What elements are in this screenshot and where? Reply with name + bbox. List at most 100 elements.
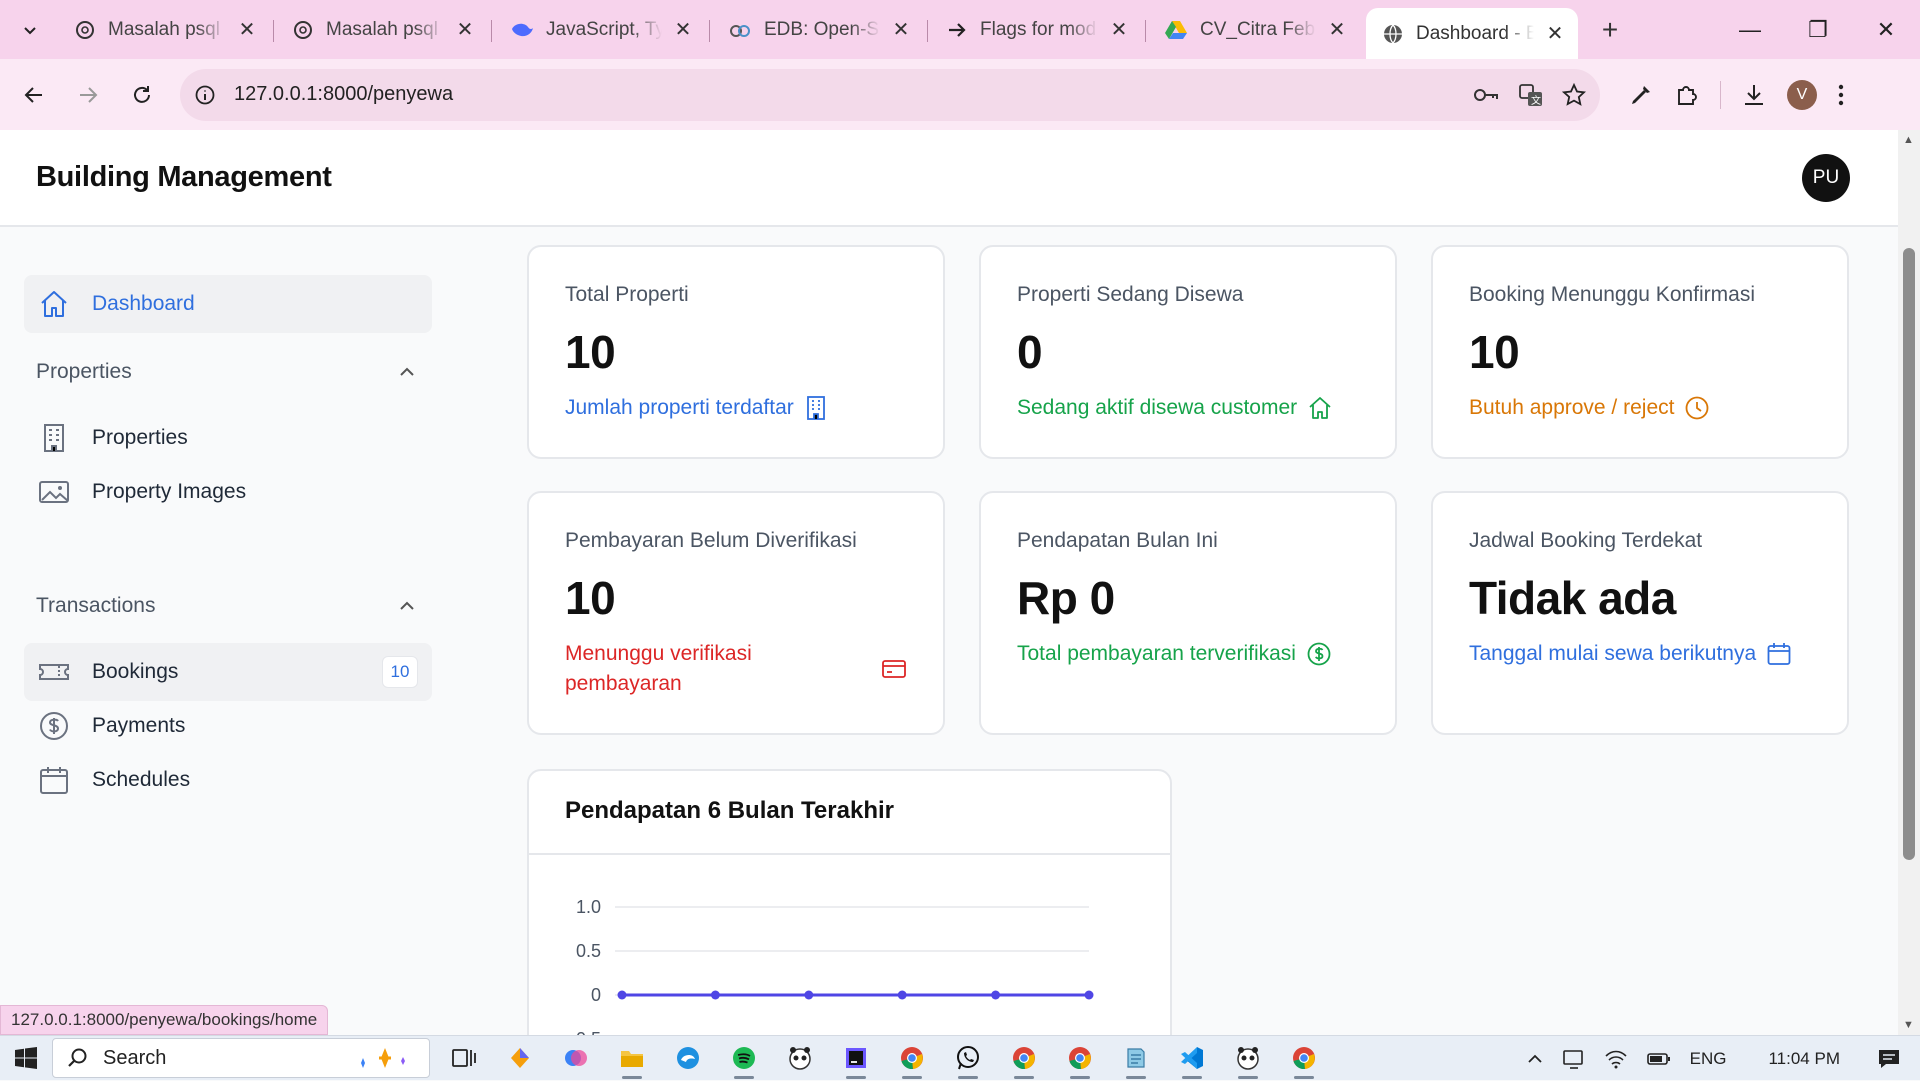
scrollbar-thumb[interactable]: [1903, 248, 1915, 860]
taskbar-app-chrome[interactable]: [1052, 1036, 1108, 1081]
url-text[interactable]: 127.0.0.1:8000/penyewa: [234, 83, 1472, 106]
search-icon: [68, 1048, 87, 1067]
browser-tab[interactable]: CV_Citra Febri ✕: [1148, 8, 1360, 52]
browser-tab[interactable]: Masalah psql ✕: [276, 8, 492, 52]
language-indicator[interactable]: ENG: [1690, 1049, 1727, 1069]
data-point[interactable]: [710, 990, 720, 1000]
taskbar-app-jetbrains[interactable]: [828, 1036, 884, 1081]
taskbar-app-panda[interactable]: [772, 1036, 828, 1081]
close-icon[interactable]: ✕: [674, 19, 692, 41]
stat-card-pendapatan-bulan-ini: Pendapatan Bulan Ini Rp 0 Total pembayar…: [979, 491, 1397, 735]
new-tab-button[interactable]: +: [1588, 8, 1632, 52]
tab-search-button[interactable]: [8, 8, 52, 52]
panda-icon: [789, 1047, 811, 1070]
eyedropper-icon[interactable]: [1628, 82, 1654, 108]
copilot-icon: [565, 1050, 587, 1066]
stat-label: Total Properti: [565, 283, 689, 306]
y-tick-label: 0.5: [576, 941, 601, 961]
sidebar-item-dashboard[interactable]: Dashboard: [24, 275, 432, 333]
app-header: Building Management PU: [0, 130, 1898, 227]
browser-tab[interactable]: EDB: Open-So ✕: [712, 8, 928, 52]
brand-title[interactable]: Building Management: [36, 161, 332, 194]
close-icon[interactable]: ✕: [238, 19, 256, 41]
whatsapp-icon: [957, 1046, 979, 1070]
taskbar-app-chrome[interactable]: [884, 1036, 940, 1081]
close-icon[interactable]: ✕: [892, 19, 910, 41]
close-icon[interactable]: ✕: [456, 19, 474, 41]
translate-icon[interactable]: 文: [1518, 82, 1544, 108]
sidebar-section-transactions[interactable]: Transactions: [36, 594, 416, 618]
taskbar-app-vscode[interactable]: [1164, 1036, 1220, 1081]
back-button[interactable]: [14, 75, 54, 115]
data-point[interactable]: [897, 990, 907, 1000]
stat-subtitle-text: Total pembayaran terverifikasi: [1017, 642, 1296, 665]
notifications-icon[interactable]: [1876, 1047, 1902, 1071]
close-window-button[interactable]: ✕: [1852, 0, 1920, 59]
tab-title: Masalah psql: [326, 18, 438, 40]
profile-avatar[interactable]: V: [1787, 79, 1817, 110]
sidebar-item-bookings[interactable]: Bookings 10: [24, 643, 432, 701]
browser-tab[interactable]: Flags for mod ✕: [930, 8, 1146, 52]
stat-subtitle-text: Butuh approve / reject: [1469, 396, 1675, 419]
close-icon[interactable]: ✕: [1328, 19, 1346, 41]
sidebar-item-property-images[interactable]: Property Images: [24, 463, 432, 521]
close-icon[interactable]: ✕: [1546, 23, 1564, 45]
address-bar[interactable]: 127.0.0.1:8000/penyewa 文: [180, 68, 1600, 121]
sidebar-item-schedules[interactable]: Schedules: [24, 751, 432, 809]
data-point[interactable]: [991, 990, 1001, 1000]
bookmark-star-icon[interactable]: [1562, 82, 1586, 107]
building-icon: [806, 396, 825, 420]
sidebar-item-payments[interactable]: Payments: [24, 697, 432, 755]
minimize-button[interactable]: —: [1716, 0, 1784, 59]
download-icon[interactable]: [1741, 82, 1767, 108]
extensions-puzzle-icon[interactable]: [1674, 82, 1700, 108]
browser-tab[interactable]: Masalah psql ✕: [58, 8, 274, 52]
taskbar-app-chrome[interactable]: [1276, 1036, 1332, 1081]
browser-tab[interactable]: JavaScript, Typ ✕: [494, 8, 710, 52]
stat-label: Booking Menunggu Konfirmasi: [1469, 283, 1756, 306]
password-key-icon[interactable]: [1472, 84, 1500, 106]
stat-value: 10: [565, 572, 616, 624]
reload-button[interactable]: [122, 75, 162, 115]
forward-button[interactable]: [68, 75, 108, 115]
taskbar-app-whatsapp[interactable]: [940, 1036, 996, 1081]
scroll-up-arrow[interactable]: ▲: [1903, 134, 1914, 146]
data-point[interactable]: [1084, 990, 1094, 1000]
revenue-line-chart: 1.00.50-0.5: [570, 897, 1094, 1035]
taskbar-app-panda[interactable]: [1220, 1036, 1276, 1081]
scroll-down-arrow[interactable]: ▼: [1903, 1019, 1914, 1031]
chevron-down-icon: [24, 26, 36, 34]
close-icon[interactable]: ✕: [1110, 19, 1128, 41]
taskbar-app-widgets[interactable]: [492, 1036, 548, 1081]
taskbar-app-edge[interactable]: [660, 1036, 716, 1081]
clock-time[interactable]: 11:04 PM: [1768, 1049, 1840, 1069]
start-button[interactable]: [0, 1036, 52, 1081]
link-status-bar: 127.0.0.1:8000/penyewa/bookings/home: [0, 1005, 329, 1035]
calendar-icon: [1767, 643, 1791, 665]
tab-title: Flags for mod: [980, 18, 1097, 40]
chevron-up-icon[interactable]: [1526, 1053, 1544, 1065]
menu-kebab-icon[interactable]: [1837, 82, 1845, 108]
taskbar-app-spotify[interactable]: [716, 1036, 772, 1081]
stat-subtitle-text: Sedang aktif disewa customer: [1017, 396, 1298, 419]
display-icon[interactable]: [1562, 1048, 1586, 1070]
sidebar-section-properties[interactable]: Properties: [36, 360, 416, 384]
browser-tab-active[interactable]: Dashboard - B ✕: [1366, 7, 1578, 60]
site-info-icon[interactable]: [194, 84, 216, 106]
taskbar-app-file-explorer[interactable]: [604, 1036, 660, 1081]
home-icon: [1309, 397, 1331, 419]
taskbar-app-notepad[interactable]: [1108, 1036, 1164, 1081]
taskbar-search[interactable]: Search: [52, 1038, 430, 1078]
taskbar-app-copilot[interactable]: [548, 1036, 604, 1081]
battery-icon[interactable]: [1646, 1050, 1672, 1068]
data-point[interactable]: [617, 990, 627, 1000]
user-avatar[interactable]: PU: [1802, 153, 1850, 202]
wifi-icon[interactable]: [1604, 1048, 1628, 1070]
task-view-button[interactable]: [436, 1036, 492, 1081]
sidebar-item-properties[interactable]: Properties: [24, 409, 432, 467]
taskbar-app-chrome[interactable]: [996, 1036, 1052, 1081]
data-point[interactable]: [804, 990, 814, 1000]
page-scrollbar[interactable]: ▲ ▼: [1898, 130, 1920, 1035]
restore-button[interactable]: ❐: [1784, 0, 1852, 59]
home-icon: [41, 291, 67, 317]
